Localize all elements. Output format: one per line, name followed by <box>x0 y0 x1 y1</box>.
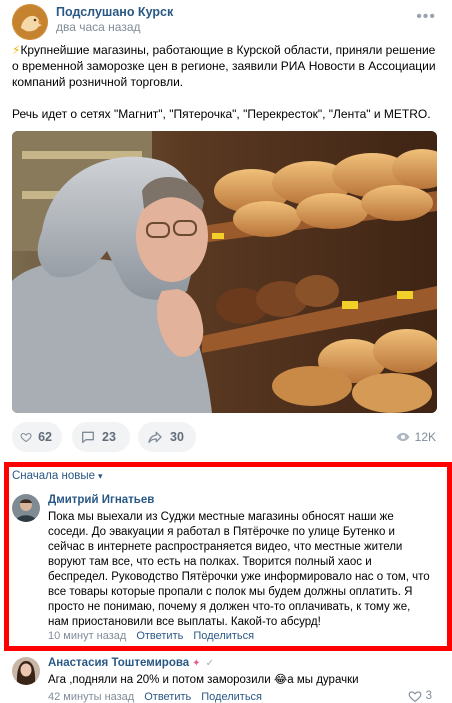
heart-icon <box>20 432 32 443</box>
post-actions: 62 23 30 12K <box>12 422 442 452</box>
comment-count: 23 <box>102 430 116 444</box>
group-name[interactable]: Подслушано Курск <box>56 5 173 19</box>
comment-author[interactable]: Анастасия Тоштемирова <box>48 657 189 669</box>
post-text: ⚡Крупнейшие магазины, работающие в Курск… <box>12 42 442 138</box>
share-button[interactable]: 30 <box>138 422 196 452</box>
comment-meta: 42 минуты назад Ответить Поделиться <box>48 691 262 703</box>
post-paragraph-1: ⚡Крупнейшие магазины, работающие в Курск… <box>12 42 442 90</box>
post-paragraph-1-text: Крупнейшие магазины, работающие в Курско… <box>12 43 436 89</box>
group-avatar[interactable] <box>12 4 48 40</box>
comment-author-row: Анастасия Тоштемирова ✦ ✓ <box>48 657 214 669</box>
check-icon: ✓ <box>205 658 214 669</box>
comment-like-button[interactable]: 3 <box>408 689 432 703</box>
comment-text: Ага ,подняли на 20% и потом заморозили 😂… <box>48 674 359 686</box>
comment-like-count: 3 <box>425 690 432 702</box>
like-count: 62 <box>38 430 52 444</box>
comment-item: Анастасия Тоштемирова ✦ ✓ Ага ,подняли на … <box>12 657 442 703</box>
post-header: Подслушано Курск два часа назад ••• <box>0 0 452 40</box>
post-paragraph-2: Речь идет о сетях "Магнит", "Пятерочка",… <box>12 107 431 121</box>
eye-icon <box>396 432 410 442</box>
views-counter: 12K <box>396 430 436 444</box>
highlight-frame <box>4 462 452 651</box>
comment-time[interactable]: 42 минуты назад <box>48 691 134 703</box>
post-photo[interactable] <box>12 131 437 413</box>
sparkle-icon: ✦ <box>192 658 201 669</box>
comment-button[interactable]: 23 <box>72 422 130 452</box>
post-time[interactable]: два часа назад <box>56 20 141 34</box>
share-comment-button[interactable]: Поделиться <box>201 691 262 703</box>
reply-button[interactable]: Ответить <box>144 691 191 703</box>
share-count: 30 <box>170 430 184 444</box>
like-button[interactable]: 62 <box>12 422 62 452</box>
share-icon <box>148 431 162 443</box>
commenter-avatar[interactable] <box>12 657 40 685</box>
views-count: 12K <box>414 430 436 444</box>
more-options-icon[interactable]: ••• <box>416 8 436 26</box>
heart-icon <box>408 691 421 702</box>
comment-icon <box>82 431 94 443</box>
